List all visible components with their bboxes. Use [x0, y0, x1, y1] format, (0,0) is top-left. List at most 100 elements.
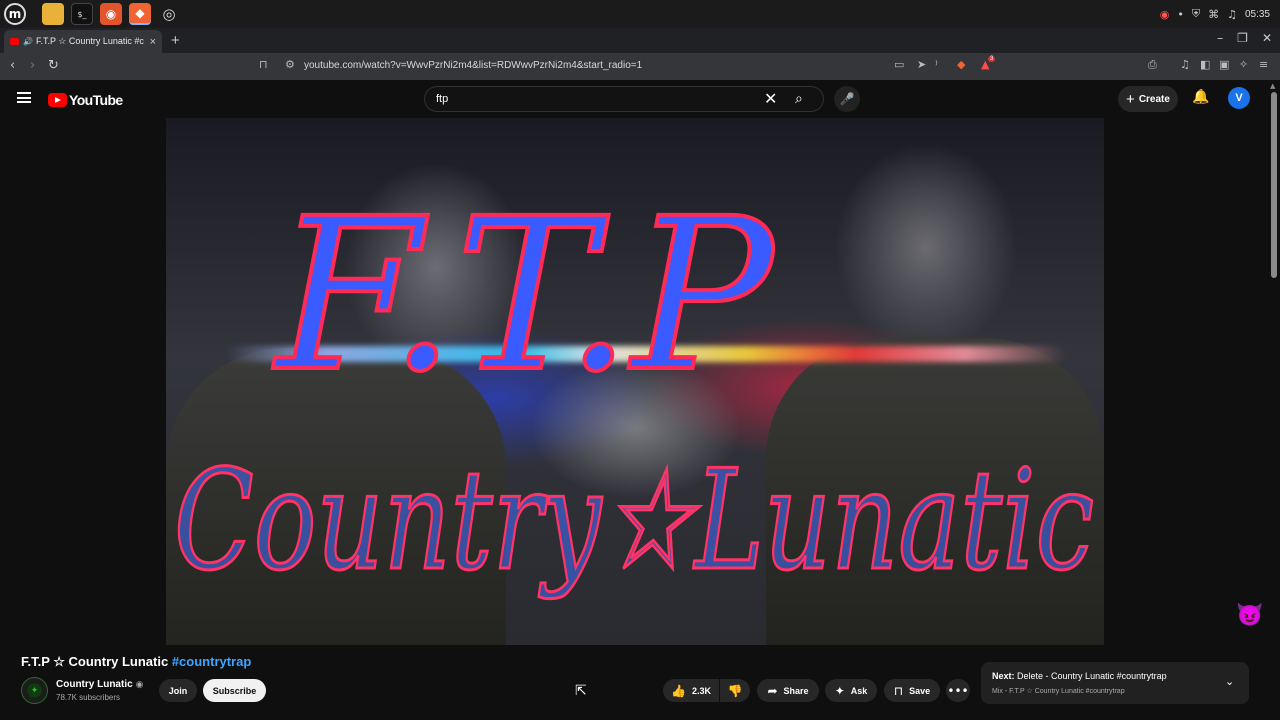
- media-icon[interactable]: ♫: [1180, 58, 1190, 71]
- subscriber-count: 78.7K subscribers: [56, 693, 121, 702]
- next-mix: Mix - F.T.P ☆ Country Lunatic #countrytr…: [992, 688, 1125, 695]
- sparkle-icon: ✦: [834, 683, 845, 698]
- youtube-wordmark: YouTube: [69, 92, 123, 108]
- channel-avatar[interactable]: ✦: [21, 677, 48, 704]
- save-icon: ⊓: [893, 683, 904, 698]
- voice-search-icon[interactable]: 🎤: [834, 86, 860, 112]
- youtube-header: YouTube ftp ✕ ⌕ 🎤 + Create 🔔 V: [0, 80, 1280, 118]
- os-taskbar: m $_ ◉ ◆ ◎ ◉ • ⛨ ⌘ ♫ 05:35: [0, 0, 1280, 28]
- share-button[interactable]: ➦ Share: [757, 679, 819, 702]
- share-icon: ➦: [767, 683, 778, 698]
- verified-icon: ◉: [135, 680, 144, 690]
- rss-icon[interactable]: ⁾: [935, 58, 938, 71]
- youtube-favicon-icon: [10, 38, 19, 45]
- leo-ai-icon[interactable]: ✧: [1239, 58, 1248, 71]
- cast-icon[interactable]: ▭: [894, 58, 904, 71]
- thumbs-up-icon: 👍: [671, 683, 686, 698]
- clock[interactable]: 05:35: [1245, 9, 1270, 20]
- music-icon[interactable]: ♫: [1227, 8, 1237, 21]
- browser-tab-strip: 🔊 F.T.P ☆ Country Lunatic #c × + – ❐ ✕: [0, 28, 1280, 53]
- devil-emoji-icon: 😈: [1236, 602, 1264, 627]
- video-player[interactable]: F.T.P Country☆Lunatic: [166, 118, 1104, 645]
- back-icon[interactable]: ‹: [10, 58, 15, 73]
- shield-icon[interactable]: ⛨: [1192, 7, 1200, 21]
- channel-name-text[interactable]: Country Lunatic: [56, 679, 133, 690]
- more-horizontal-icon: •••: [947, 683, 969, 698]
- next-up-card[interactable]: Next: Delete - Country Lunatic #countryt…: [981, 662, 1249, 704]
- address-bar: ‹ › ↻ ⊓ ⚙ youtube.com/watch?v=WwvPzrNi2m…: [0, 53, 1280, 80]
- obs-tray-icon[interactable]: ◉: [1160, 8, 1170, 21]
- search-box[interactable]: ftp ✕ ⌕: [424, 86, 824, 112]
- close-window-icon[interactable]: ✕: [1262, 31, 1272, 45]
- site-info-icon[interactable]: ⚙: [285, 58, 295, 71]
- join-button[interactable]: Join: [159, 679, 197, 702]
- share-page-icon[interactable]: ➤: [917, 58, 926, 71]
- hashtag-link[interactable]: #countrytrap: [172, 654, 251, 669]
- ask-label: Ask: [850, 685, 868, 696]
- window-controls: – ❐ ✕: [1217, 31, 1272, 45]
- browser-menu-icon[interactable]: ≡: [1259, 58, 1268, 71]
- forward-icon[interactable]: ›: [30, 58, 35, 73]
- video-title-art: F.T.P Country☆Lunatic: [173, 171, 1096, 603]
- create-button[interactable]: + Create: [1118, 86, 1178, 112]
- bookmark-icon[interactable]: ⊓: [259, 58, 268, 71]
- video-art-text-top: F.T.P: [272, 173, 777, 418]
- scroll-up-icon[interactable]: ▲: [1270, 82, 1275, 90]
- system-tray: ◉ • ⛨ ⌘ ♫ 05:35: [1160, 0, 1270, 28]
- terminal-icon[interactable]: $_: [71, 3, 93, 25]
- next-prefix: Next:: [992, 671, 1015, 681]
- search-input[interactable]: ftp: [436, 93, 448, 105]
- create-label: Create: [1138, 93, 1170, 105]
- save-label: Save: [909, 685, 931, 696]
- video-art-text-bottom: Country☆Lunatic: [174, 440, 1094, 601]
- subscribe-label: Subscribe: [212, 685, 257, 696]
- close-tab-icon[interactable]: ×: [150, 36, 156, 48]
- page-scrollbar[interactable]: [1271, 92, 1277, 278]
- browser-tab[interactable]: 🔊 F.T.P ☆ Country Lunatic #c ×: [4, 30, 162, 53]
- network-icon[interactable]: ⌘: [1208, 8, 1219, 21]
- ask-button[interactable]: ✦ Ask: [825, 679, 877, 702]
- like-count: 2.3K: [691, 685, 711, 696]
- linux-mint-menu-icon[interactable]: m: [4, 3, 26, 25]
- next-title-text: Delete - Country Lunatic #countrytrap: [1017, 671, 1167, 681]
- new-tab-button[interactable]: +: [171, 32, 180, 49]
- subscribe-button[interactable]: Subscribe: [203, 679, 266, 702]
- channel-name[interactable]: Country Lunatic ◉: [56, 679, 144, 690]
- account-avatar[interactable]: V: [1228, 87, 1250, 109]
- thumbs-down-icon: 👎: [727, 683, 743, 698]
- save-button[interactable]: ⊓ Save: [884, 679, 940, 702]
- youtube-play-icon: [48, 93, 67, 107]
- url-field[interactable]: youtube.com/watch?v=WwvPzrNi2m4&list=RDW…: [304, 60, 642, 71]
- notifications-bell-icon[interactable]: 🔔: [1192, 89, 1209, 105]
- youtube-logo[interactable]: YouTube: [48, 92, 123, 108]
- join-label: Join: [168, 685, 188, 696]
- clear-search-icon[interactable]: ✕: [764, 89, 777, 108]
- shields-badge: 3: [988, 56, 996, 62]
- plus-icon: +: [1126, 90, 1135, 108]
- dislike-button[interactable]: 👎: [720, 679, 750, 702]
- status-dot-icon: •: [1177, 7, 1184, 21]
- wallet-icon[interactable]: ▣: [1219, 58, 1229, 71]
- reload-icon[interactable]: ↻: [48, 58, 59, 73]
- obs-icon[interactable]: ◎: [158, 3, 180, 25]
- chevron-down-icon[interactable]: ⌄: [1225, 675, 1234, 688]
- tab-title: F.T.P ☆ Country Lunatic #c: [35, 36, 144, 46]
- minimize-icon[interactable]: –: [1217, 31, 1223, 45]
- files-icon[interactable]: [42, 3, 64, 25]
- hamburger-menu-icon[interactable]: [17, 92, 31, 103]
- search-icon[interactable]: ⌕: [795, 91, 803, 107]
- video-title-text: F.T.P ☆ Country Lunatic: [21, 654, 169, 669]
- sidebar-icon[interactable]: ◧: [1200, 58, 1210, 71]
- video-title: F.T.P ☆ Country Lunatic #countrytrap: [21, 654, 251, 670]
- mouse-cursor-icon: ⇱: [575, 683, 587, 699]
- maximize-icon[interactable]: ❐: [1237, 31, 1248, 45]
- like-button[interactable]: 👍 2.3K: [663, 679, 719, 702]
- more-actions-button[interactable]: •••: [946, 679, 970, 702]
- next-title: Next: Delete - Country Lunatic #countryt…: [992, 671, 1167, 681]
- firefox-icon[interactable]: ◉: [100, 3, 122, 25]
- screenshot-icon[interactable]: ⎙: [1148, 58, 1157, 72]
- share-label: Share: [783, 685, 809, 696]
- audio-playing-icon[interactable]: 🔊: [23, 37, 33, 46]
- brave-icon[interactable]: ◆: [129, 3, 151, 25]
- brave-shields-icon[interactable]: ◆: [957, 58, 965, 71]
